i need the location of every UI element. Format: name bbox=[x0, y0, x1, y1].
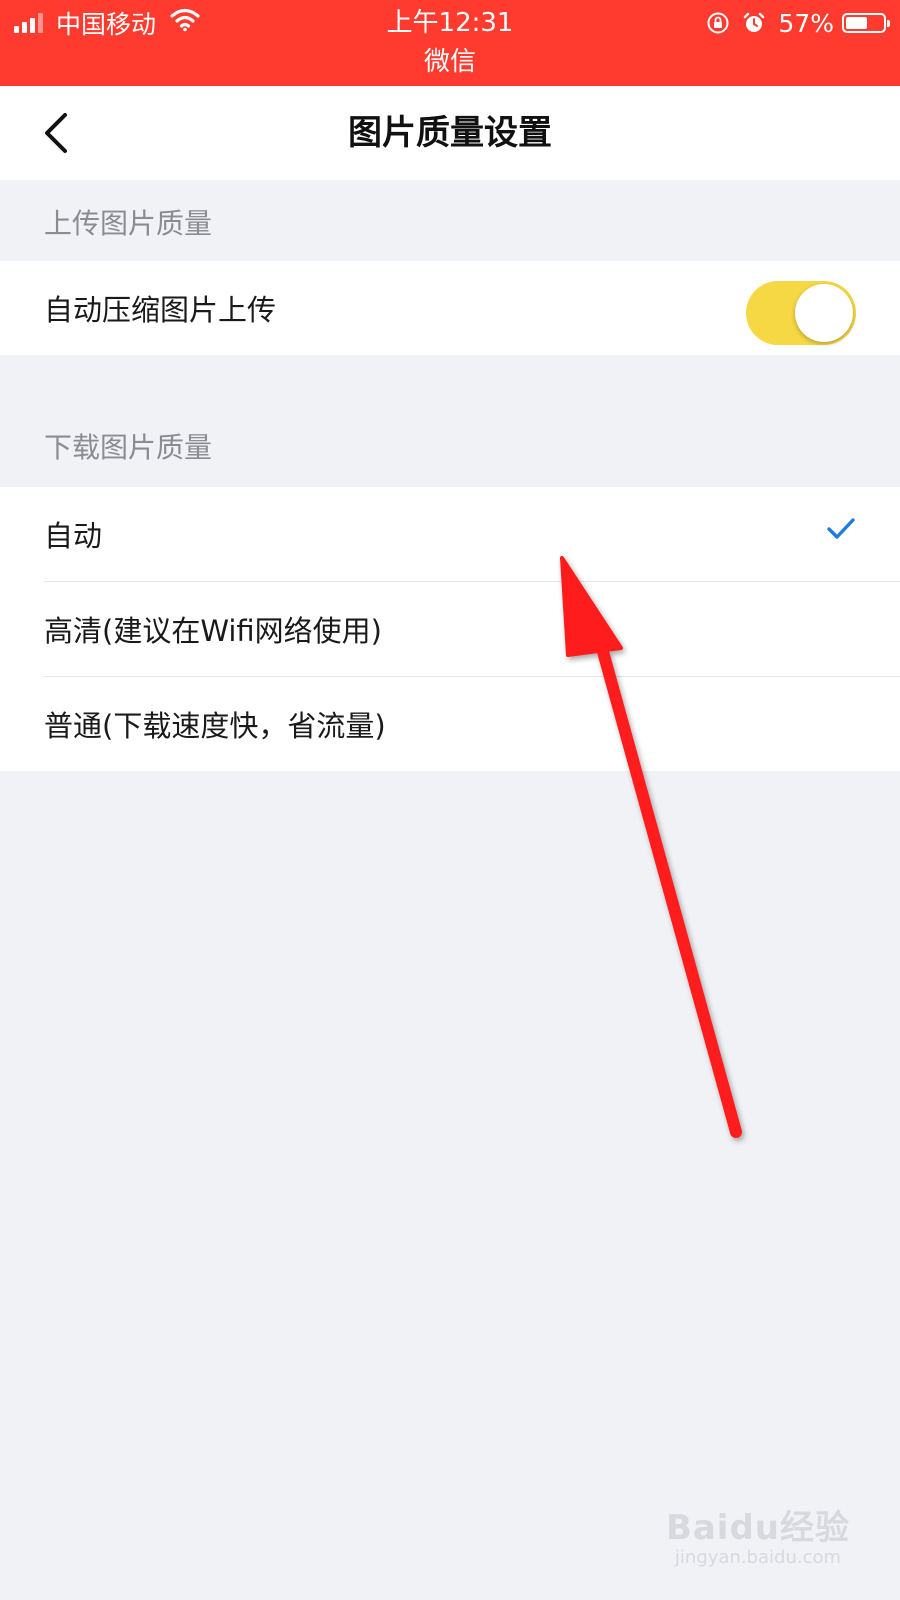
download-option-hd[interactable]: 高清(建议在Wifi网络使用) bbox=[0, 582, 900, 676]
option-label: 高清(建议在Wifi网络使用) bbox=[44, 614, 382, 648]
auto-compress-upload-row[interactable]: 自动压缩图片上传 bbox=[0, 261, 900, 355]
battery-percent-label: 57% bbox=[778, 8, 834, 38]
upload-settings-group: 自动压缩图片上传 bbox=[0, 261, 900, 355]
option-label: 自动 bbox=[44, 519, 103, 553]
battery-icon bbox=[842, 13, 890, 33]
alarm-icon bbox=[742, 11, 766, 35]
return-to-app-label[interactable]: 微信 bbox=[0, 44, 900, 80]
download-option-auto[interactable]: 自动 bbox=[0, 487, 900, 581]
download-section-header: 下载图片质量 bbox=[44, 431, 213, 464]
settings-page: 中国移动 上午12:31 微信 57% 图片质量设置 上传图片质量 自动压缩图片… bbox=[0, 0, 900, 1600]
battery-level bbox=[846, 17, 867, 29]
rotation-lock-icon bbox=[706, 11, 730, 35]
status-bar-right: 57% bbox=[706, 6, 890, 40]
download-option-normal[interactable]: 普通(下载速度快，省流量) bbox=[0, 677, 900, 771]
option-label: 普通(下载速度快，省流量) bbox=[44, 709, 386, 743]
auto-compress-upload-label: 自动压缩图片上传 bbox=[44, 293, 277, 327]
upload-section-header: 上传图片质量 bbox=[44, 207, 213, 240]
status-bar: 中国移动 上午12:31 微信 57% bbox=[0, 0, 900, 86]
toggle-knob bbox=[795, 284, 853, 342]
watermark-main: Baidu经验 bbox=[665, 1508, 850, 1548]
page-title: 图片质量设置 bbox=[348, 113, 552, 153]
auto-compress-toggle[interactable] bbox=[746, 281, 856, 345]
download-options-group: 自动 高清(建议在Wifi网络使用) 普通(下载速度快，省流量) bbox=[0, 487, 900, 771]
watermark-logo: Baidu经验 jingyan.baidu.com bbox=[666, 1500, 850, 1568]
navigation-bar: 图片质量设置 bbox=[0, 86, 900, 180]
checkmark-icon bbox=[826, 517, 856, 545]
watermark-sub: jingyan.baidu.com bbox=[674, 1547, 842, 1568]
